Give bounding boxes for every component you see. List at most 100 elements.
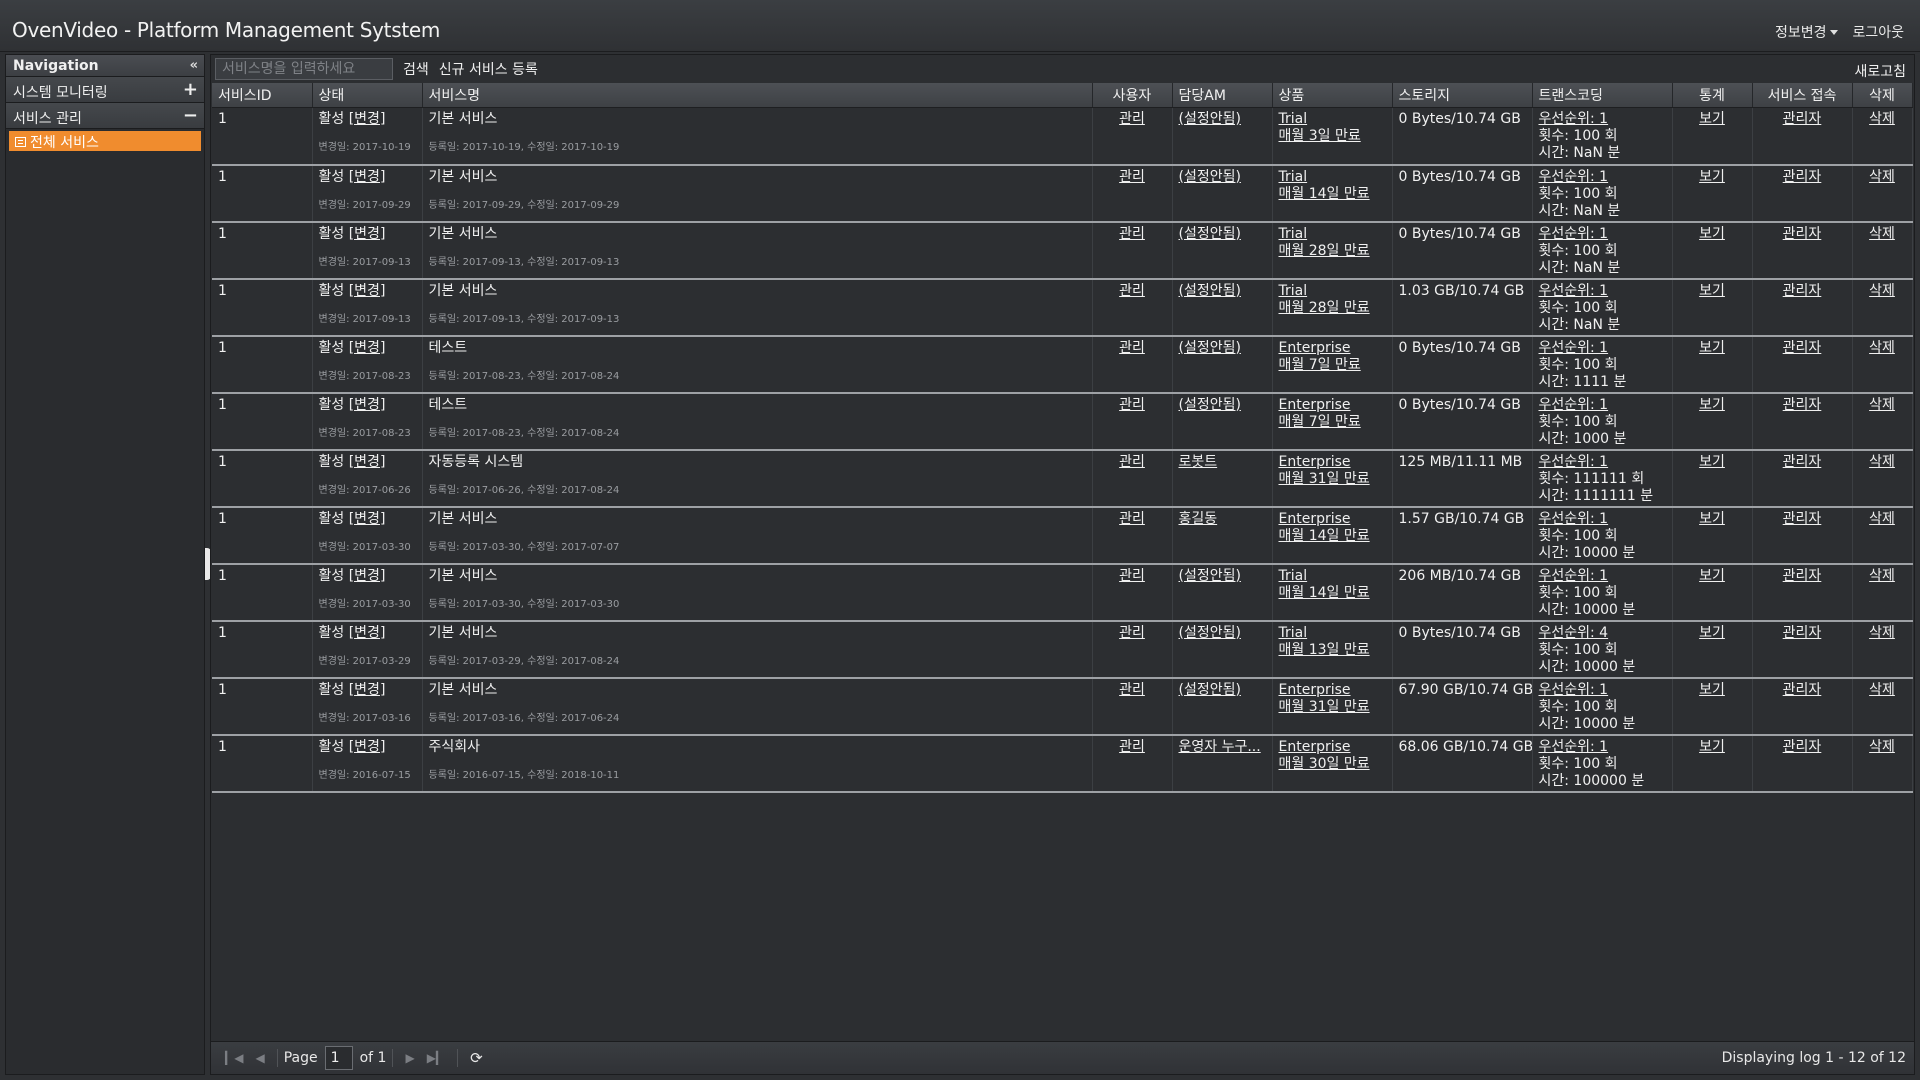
- priority-link[interactable]: 우선순위: 1: [1539, 682, 1666, 699]
- product-link[interactable]: Trial: [1279, 169, 1386, 186]
- column-header-storage[interactable]: 스토리지: [1392, 83, 1533, 108]
- am-link[interactable]: (설정안됨): [1179, 568, 1241, 584]
- expiry-link[interactable]: 매월 7일 만료: [1279, 357, 1386, 374]
- product-link[interactable]: Trial: [1279, 226, 1386, 243]
- product-link[interactable]: Enterprise: [1279, 739, 1386, 756]
- priority-link[interactable]: 우선순위: 1: [1539, 340, 1666, 357]
- admin-access-link[interactable]: 관리자: [1783, 283, 1822, 299]
- admin-access-link[interactable]: 관리자: [1783, 568, 1822, 584]
- user-manage-link[interactable]: 관리: [1119, 283, 1145, 299]
- stats-view-link[interactable]: 보기: [1699, 169, 1725, 185]
- column-header-status[interactable]: 상태: [312, 83, 423, 108]
- user-manage-link[interactable]: 관리: [1119, 682, 1145, 698]
- product-link[interactable]: Enterprise: [1279, 340, 1386, 357]
- expiry-link[interactable]: 매월 13일 만료: [1279, 642, 1386, 659]
- admin-access-link[interactable]: 관리자: [1783, 340, 1822, 356]
- status-change-link[interactable]: [변경]: [349, 682, 386, 698]
- column-header-access[interactable]: 서비스 접속: [1752, 83, 1853, 108]
- sidebar-item-all-services[interactable]: 전체 서비스: [9, 131, 201, 151]
- delete-link[interactable]: 삭제: [1869, 739, 1895, 755]
- admin-access-link[interactable]: 관리자: [1783, 739, 1822, 755]
- delete-link[interactable]: 삭제: [1869, 169, 1895, 185]
- stats-view-link[interactable]: 보기: [1699, 625, 1725, 641]
- stats-view-link[interactable]: 보기: [1699, 454, 1725, 470]
- next-page-icon[interactable]: ▶: [405, 1051, 414, 1065]
- delete-link[interactable]: 삭제: [1869, 226, 1895, 242]
- stats-view-link[interactable]: 보기: [1699, 340, 1725, 356]
- am-link[interactable]: (설정안됨): [1179, 169, 1241, 185]
- user-manage-link[interactable]: 관리: [1119, 454, 1145, 470]
- nav-group-system-monitoring[interactable]: 시스템 모니터링 +: [6, 77, 204, 103]
- table-row[interactable]: 1 활성 [변경] 변경일: 2017-08-23 테스트 등록일: 2017-08-2…: [212, 335, 1913, 394]
- am-link[interactable]: (설정안됨): [1179, 682, 1241, 698]
- delete-link[interactable]: 삭제: [1869, 397, 1895, 413]
- nav-group-service-management[interactable]: 서비스 관리 −: [6, 103, 204, 129]
- column-header-service-id[interactable]: 서비스ID: [212, 83, 313, 108]
- expiry-link[interactable]: 매월 30일 만료: [1279, 756, 1386, 773]
- last-page-icon[interactable]: ▶▎: [427, 1051, 445, 1065]
- service-search-input[interactable]: [215, 58, 393, 80]
- table-row[interactable]: 1 활성 [변경] 변경일: 2017-09-13 기본 서비스 등록일: 2017-0…: [212, 278, 1913, 337]
- stats-view-link[interactable]: 보기: [1699, 511, 1725, 527]
- info-change-menu[interactable]: 정보변경: [1775, 22, 1839, 42]
- priority-link[interactable]: 우선순위: 1: [1539, 111, 1666, 128]
- expiry-link[interactable]: 매월 14일 만료: [1279, 528, 1386, 545]
- page-number-input[interactable]: [324, 1046, 353, 1070]
- stats-view-link[interactable]: 보기: [1699, 111, 1725, 127]
- priority-link[interactable]: 우선순위: 1: [1539, 454, 1666, 471]
- delete-link[interactable]: 삭제: [1869, 340, 1895, 356]
- column-header-user[interactable]: 사용자: [1092, 83, 1173, 108]
- expiry-link[interactable]: 매월 14일 만료: [1279, 186, 1386, 203]
- am-link[interactable]: 홍길동: [1179, 511, 1218, 527]
- stats-view-link[interactable]: 보기: [1699, 283, 1725, 299]
- expiry-link[interactable]: 매월 28일 만료: [1279, 243, 1386, 260]
- column-header-stats[interactable]: 통계: [1672, 83, 1753, 108]
- user-manage-link[interactable]: 관리: [1119, 169, 1145, 185]
- status-change-link[interactable]: [변경]: [349, 511, 386, 527]
- collapse-minus-icon[interactable]: −: [183, 105, 198, 126]
- expiry-link[interactable]: 매월 31일 만료: [1279, 699, 1386, 716]
- admin-access-link[interactable]: 관리자: [1783, 454, 1822, 470]
- user-manage-link[interactable]: 관리: [1119, 226, 1145, 242]
- table-row[interactable]: 1 활성 [변경] 변경일: 2017-03-30 기본 서비스 등록일: 2017-0…: [212, 506, 1913, 565]
- delete-link[interactable]: 삭제: [1869, 454, 1895, 470]
- prev-page-icon[interactable]: ◀: [255, 1051, 264, 1065]
- priority-link[interactable]: 우선순위: 1: [1539, 226, 1666, 243]
- admin-access-link[interactable]: 관리자: [1783, 682, 1822, 698]
- expiry-link[interactable]: 매월 7일 만료: [1279, 414, 1386, 431]
- product-link[interactable]: Trial: [1279, 111, 1386, 128]
- first-page-icon[interactable]: ▎◀: [225, 1051, 243, 1065]
- status-change-link[interactable]: [변경]: [349, 397, 386, 413]
- priority-link[interactable]: 우선순위: 1: [1539, 739, 1666, 756]
- stats-view-link[interactable]: 보기: [1699, 397, 1725, 413]
- status-change-link[interactable]: [변경]: [349, 226, 386, 242]
- table-row[interactable]: 1 활성 [변경] 변경일: 2016-07-15 주식회사 등록일: 2016-07-…: [212, 734, 1913, 793]
- delete-link[interactable]: 삭제: [1869, 283, 1895, 299]
- column-header-transcoding[interactable]: 트랜스코딩: [1532, 83, 1673, 108]
- column-header-service-name[interactable]: 서비스명: [422, 83, 1093, 108]
- user-manage-link[interactable]: 관리: [1119, 511, 1145, 527]
- expiry-link[interactable]: 매월 3일 만료: [1279, 128, 1386, 145]
- stats-view-link[interactable]: 보기: [1699, 568, 1725, 584]
- user-manage-link[interactable]: 관리: [1119, 568, 1145, 584]
- status-change-link[interactable]: [변경]: [349, 340, 386, 356]
- reload-icon[interactable]: ⟳: [470, 1049, 483, 1067]
- am-link[interactable]: 운영자 누구...: [1179, 739, 1261, 755]
- status-change-link[interactable]: [변경]: [349, 283, 386, 299]
- admin-access-link[interactable]: 관리자: [1783, 397, 1822, 413]
- admin-access-link[interactable]: 관리자: [1783, 226, 1822, 242]
- product-link[interactable]: Trial: [1279, 625, 1386, 642]
- table-row[interactable]: 1 활성 [변경] 변경일: 2017-10-19 기본 서비스 등록일: 2017-1…: [212, 107, 1913, 166]
- product-link[interactable]: Trial: [1279, 283, 1386, 300]
- priority-link[interactable]: 우선순위: 1: [1539, 511, 1666, 528]
- product-link[interactable]: Enterprise: [1279, 682, 1386, 699]
- expiry-link[interactable]: 매월 14일 만료: [1279, 585, 1386, 602]
- table-row[interactable]: 1 활성 [변경] 변경일: 2017-09-13 기본 서비스 등록일: 2017-0…: [212, 221, 1913, 280]
- register-service-button[interactable]: 신규 서비스 등록: [439, 59, 538, 79]
- status-change-link[interactable]: [변경]: [349, 454, 386, 470]
- am-link[interactable]: (설정안됨): [1179, 226, 1241, 242]
- expiry-link[interactable]: 매월 28일 만료: [1279, 300, 1386, 317]
- priority-link[interactable]: 우선순위: 1: [1539, 568, 1666, 585]
- column-header-am[interactable]: 담당AM: [1172, 83, 1273, 108]
- am-link[interactable]: (설정안됨): [1179, 111, 1241, 127]
